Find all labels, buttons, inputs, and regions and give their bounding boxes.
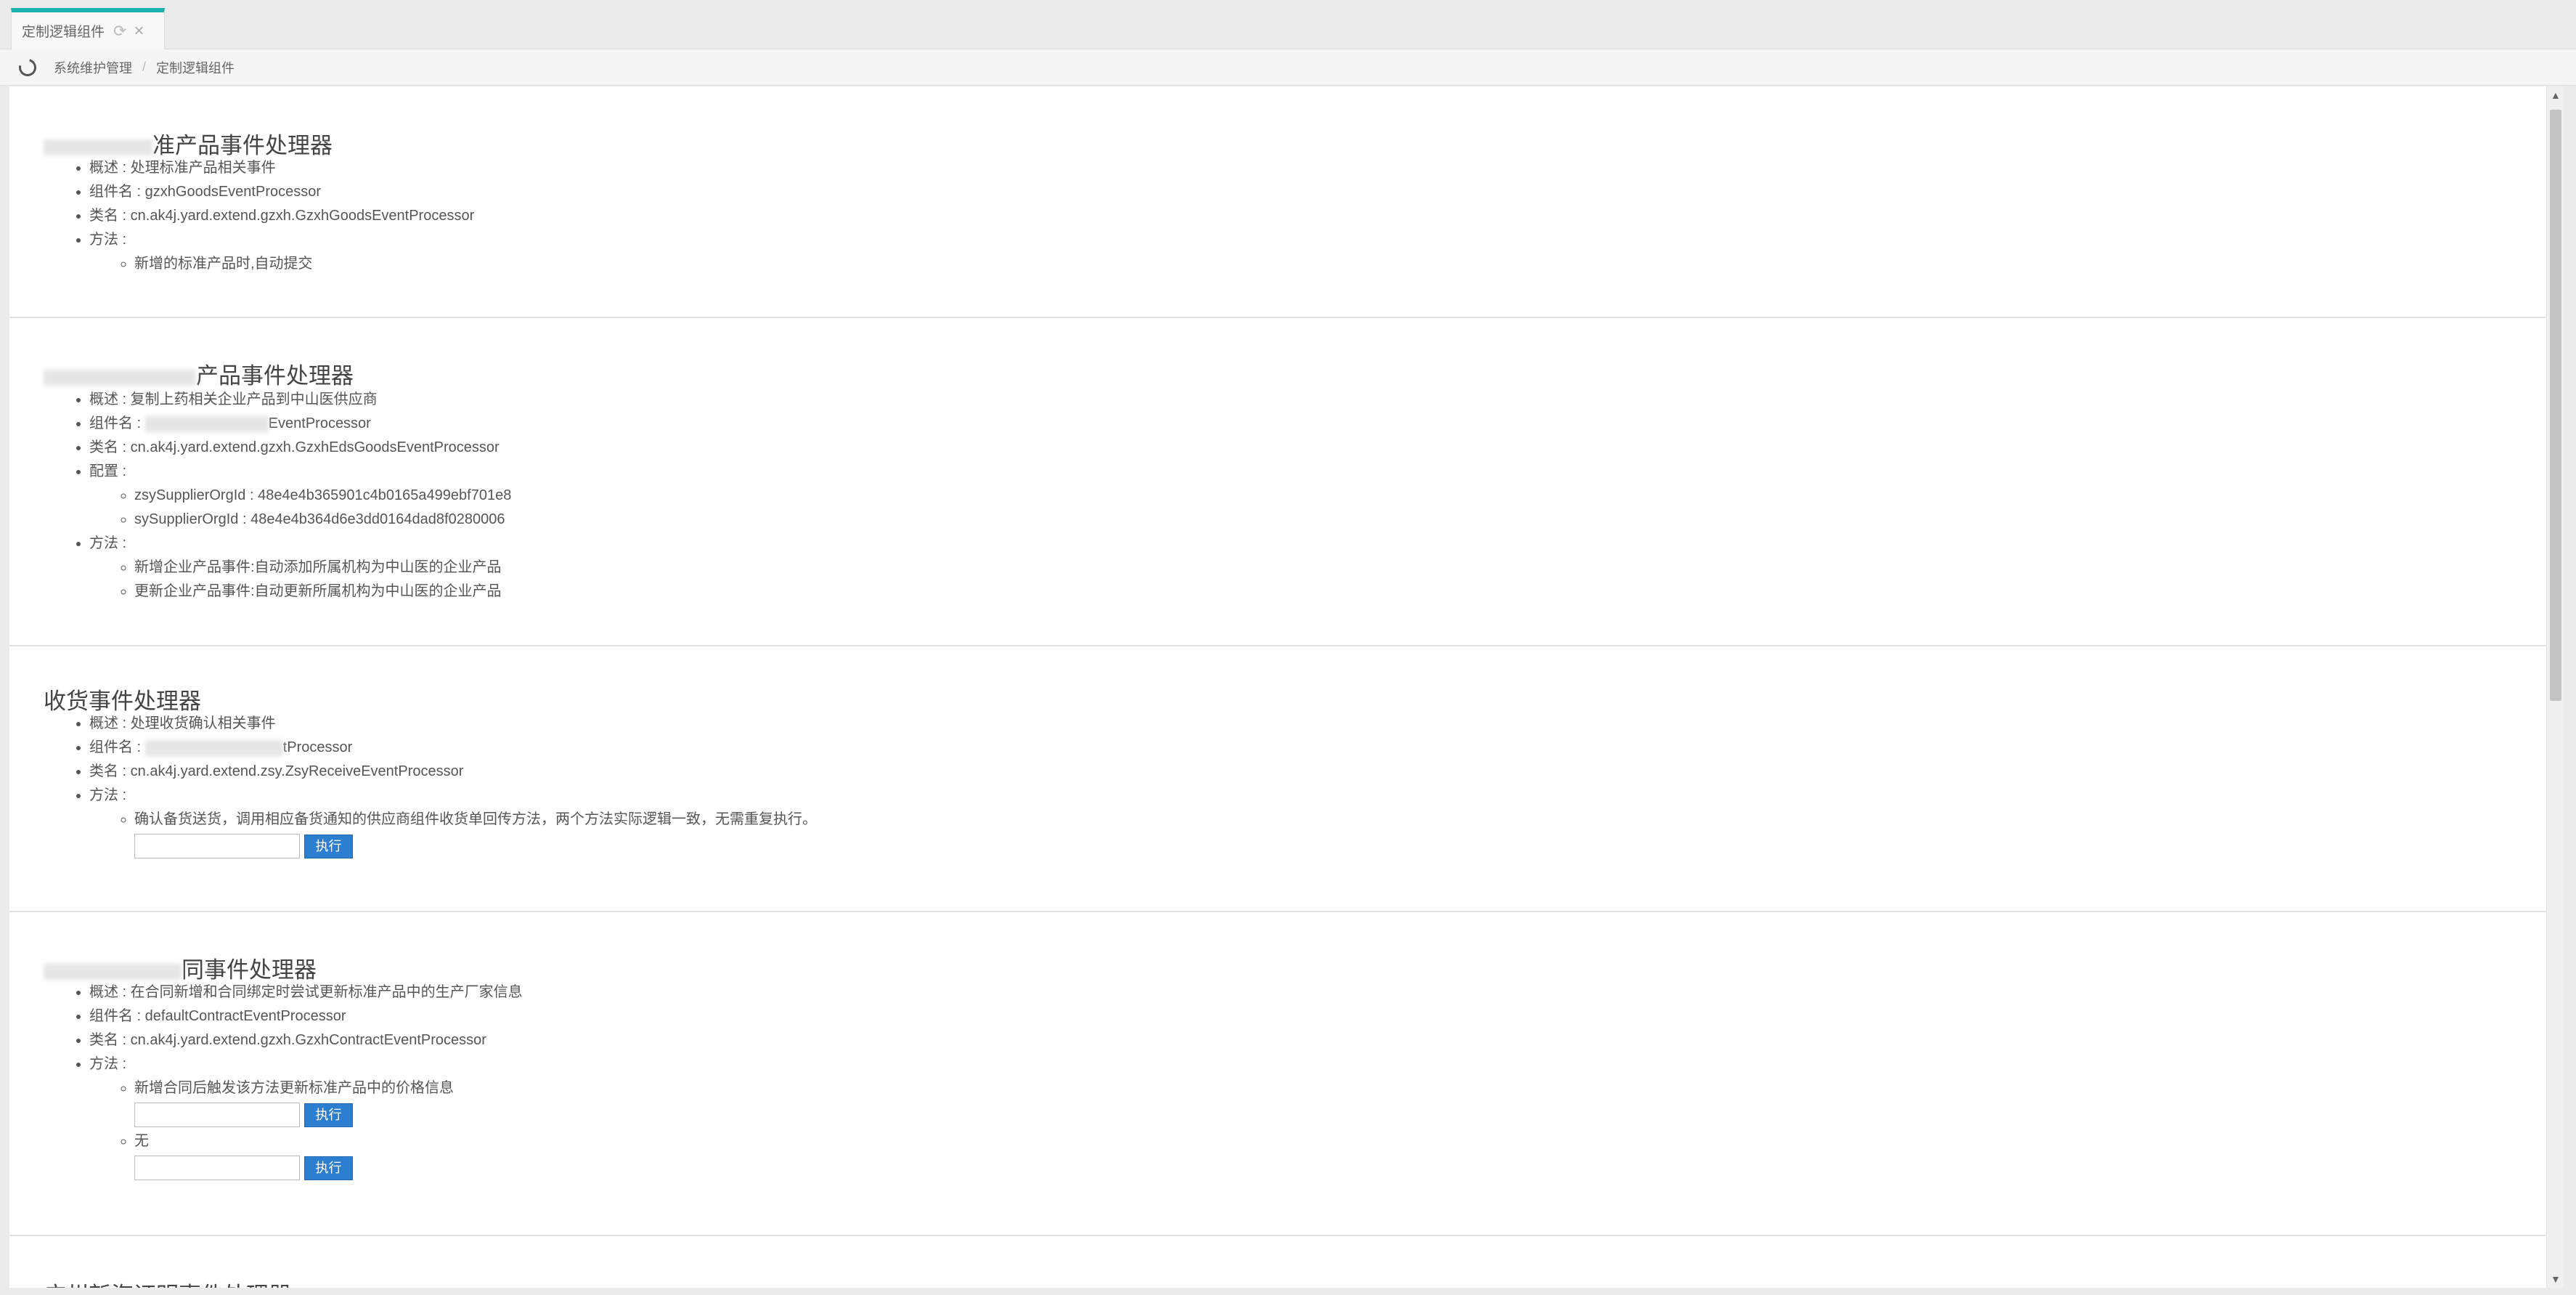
- tab-bar: 定制逻辑组件 ⟳ ×: [0, 0, 2576, 49]
- method-item: 确认备货送货，调用相应备货通知的供应商组件收货单回传方法，两个方法实际逻辑一致，…: [134, 808, 817, 861]
- class-item: 类名 : cn.ak4j.yard.extend.gzxh.GzxhEdsGoo…: [89, 436, 511, 460]
- scroll-down-icon[interactable]: ▼: [2551, 1273, 2561, 1285]
- run-button[interactable]: 执行: [304, 834, 353, 858]
- methods-item: 方法 : 新增合同后触发该方法更新标准产品中的价格信息 执行 无 执行: [89, 1052, 523, 1182]
- component-item: 组件名 : gzxhGoodsEventProcessor: [89, 180, 474, 204]
- method-item: 无 执行: [134, 1129, 523, 1182]
- config-entry: zsySupplierOrgId : 48e4e4b365901c4b0165a…: [134, 484, 511, 508]
- scroll-up-icon[interactable]: ▲: [2551, 89, 2561, 101]
- method-param-input[interactable]: [134, 1156, 300, 1180]
- method-item: 新增的标准产品时,自动提交: [134, 252, 474, 276]
- method-item: 新增企业产品事件:自动添加所属机构为中山医的企业产品: [134, 556, 511, 580]
- methods-item: 方法 : 新增企业产品事件:自动添加所属机构为中山医的企业产品 更新企业产品事件…: [89, 532, 511, 604]
- breadcrumb-separator: /: [142, 60, 147, 74]
- tab-custom-logic-components[interactable]: 定制逻辑组件 ⟳ ×: [11, 8, 165, 49]
- config-item: 配置 : zsySupplierOrgId : 48e4e4b365901c4b…: [89, 460, 511, 532]
- breadcrumb-root[interactable]: 系统维护管理: [54, 58, 132, 77]
- class-item: 类名 : cn.ak4j.yard.extend.zsy.ZsyReceiveE…: [89, 760, 817, 784]
- section-title: 广州新海证明事件处理器: [44, 1277, 291, 1288]
- breadcrumb: 系统维护管理 / 定制逻辑组件: [0, 49, 2576, 86]
- config-entry: sySupplierOrgId : 48e4e4b364d6e3dd0164da…: [134, 508, 511, 532]
- methods-item: 方法 : 新增的标准产品时,自动提交: [89, 228, 474, 276]
- close-icon[interactable]: ×: [134, 21, 144, 41]
- vertical-scrollbar[interactable]: ▲ ▼: [2546, 86, 2564, 1288]
- refresh-icon[interactable]: ⟳: [113, 22, 126, 41]
- overview-item: 概述 : 处理标准产品相关事件: [89, 156, 474, 180]
- section-title: 收货事件处理器: [44, 689, 201, 714]
- section-title: 准产品事件处理器: [44, 127, 333, 160]
- class-item: 类名 : cn.ak4j.yard.extend.gzxh.GzxhGoodsE…: [89, 204, 474, 228]
- overview-item: 概述 : 复制上药相关企业产品到中山医供应商: [89, 388, 511, 412]
- section-eds-goods-event: 产品事件处理器 概述 : 复制上药相关企业产品到中山医供应商 组件名 : Eve…: [9, 318, 2546, 646]
- overview-item: 概述 : 处理收货确认相关事件: [89, 712, 817, 736]
- method-item: 更新企业产品事件:自动更新所属机构为中山医的企业产品: [134, 580, 511, 604]
- section-contract-event: 同事件处理器 概述 : 在合同新增和合同绑定时尝试更新标准产品中的生产厂家信息 …: [9, 912, 2546, 1236]
- breadcrumb-current: 定制逻辑组件: [156, 60, 235, 76]
- method-item: 新增合同后触发该方法更新标准产品中的价格信息 执行: [134, 1076, 523, 1129]
- overview-item: 概述 : 在合同新增和合同绑定时尝试更新标准产品中的生产厂家信息: [89, 981, 523, 1004]
- section-title: 同事件处理器: [44, 951, 317, 984]
- section-title: 产品事件处理器: [44, 357, 354, 390]
- method-param-input[interactable]: [134, 834, 300, 858]
- section-receive-event: 收货事件处理器 概述 : 处理收货确认相关事件 组件名 : tProcessor…: [9, 646, 2546, 912]
- run-button[interactable]: 执行: [304, 1103, 353, 1127]
- tab-label: 定制逻辑组件: [22, 25, 105, 40]
- section-goods-event: 准产品事件处理器 概述 : 处理标准产品相关事件 组件名 : gzxhGoods…: [9, 86, 2546, 318]
- class-item: 类名 : cn.ak4j.yard.extend.gzxh.GzxhContra…: [89, 1028, 523, 1052]
- scroll-thumb[interactable]: [2550, 110, 2561, 701]
- method-param-input[interactable]: [134, 1103, 300, 1127]
- section-partial: 广州新海证明事件处理器: [9, 1236, 2546, 1288]
- methods-item: 方法 : 确认备货送货，调用相应备货通知的供应商组件收货单回传方法，两个方法实际…: [89, 784, 817, 861]
- component-item: 组件名 : defaultContractEventProcessor: [89, 1004, 523, 1028]
- reload-icon[interactable]: [15, 55, 40, 79]
- component-item: 组件名 : tProcessor: [89, 736, 817, 760]
- component-item: 组件名 : EventProcessor: [89, 412, 511, 436]
- run-button[interactable]: 执行: [304, 1156, 353, 1180]
- content-panel: 准产品事件处理器 概述 : 处理标准产品相关事件 组件名 : gzxhGoods…: [9, 86, 2546, 1288]
